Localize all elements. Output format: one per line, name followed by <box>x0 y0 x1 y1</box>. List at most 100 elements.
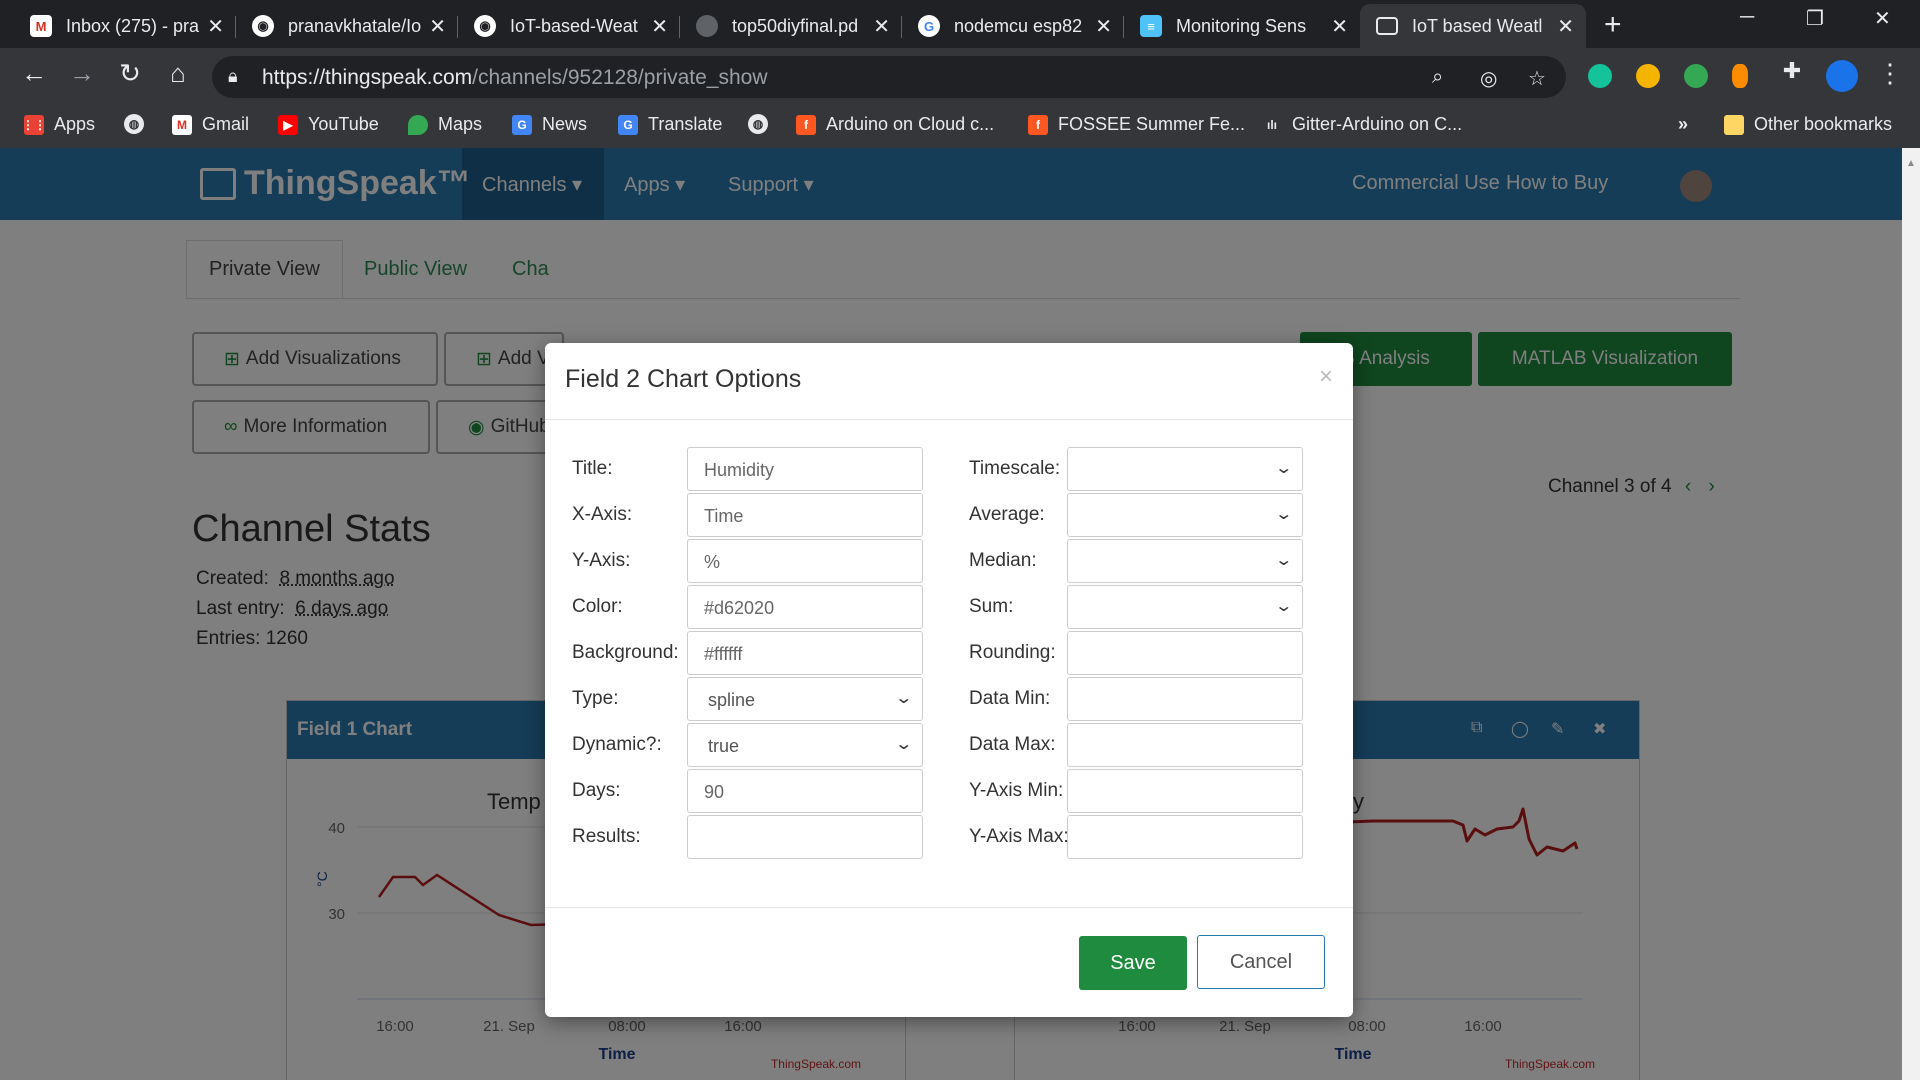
menu-kebab-icon[interactable]: ⋮ <box>1872 58 1908 89</box>
chevron-down-icon: ⌄ <box>1273 506 1293 523</box>
chevron-down-icon: ⌄ <box>1273 552 1293 569</box>
globe-icon: ◍ <box>748 114 768 134</box>
close-tab-icon[interactable]: ✕ <box>207 14 224 39</box>
home-icon[interactable]: ⌂ <box>160 58 196 89</box>
save-button[interactable]: Save <box>1079 936 1187 990</box>
bookmark-news[interactable]: G News <box>512 114 587 135</box>
new-tab-icon[interactable]: + <box>1604 8 1622 42</box>
browser-tab[interactable]: ≡ Monitoring Sens ✕ <box>1124 4 1360 48</box>
close-tab-icon[interactable]: ✕ <box>429 14 446 39</box>
lock-icon: 🔒︎ <box>228 66 238 86</box>
bookmark-star-icon[interactable]: ☆ <box>1528 66 1546 91</box>
close-tab-icon[interactable]: ✕ <box>1095 14 1112 39</box>
label-y-axis-max: Y-Axis Max: <box>969 826 1069 847</box>
browser-tab[interactable]: ◉ IoT-based-Weat ✕ <box>458 4 680 48</box>
browser-toolbar: ← → ↻ ⌂ 🔒︎ https://thingspeak.com/channe… <box>0 48 1920 106</box>
extension-icon[interactable] <box>1636 64 1660 88</box>
extensions-puzzle-icon[interactable]: ✚ <box>1774 58 1810 84</box>
github-icon: ◉ <box>474 15 496 37</box>
gmail-icon: M <box>30 15 52 37</box>
web-page: ThingSpeak™ Channels ▾ Apps ▾ Support ▾ … <box>0 148 1902 1080</box>
close-tab-icon[interactable]: ✕ <box>651 14 668 39</box>
youtube-icon: ▶ <box>278 114 298 135</box>
x-axis-input[interactable]: Time <box>687 493 923 537</box>
minimize-icon[interactable]: ─ <box>1740 6 1754 29</box>
modal-close-icon[interactable]: × <box>1319 363 1333 391</box>
tracking-eye-icon[interactable]: ◎ <box>1480 66 1497 91</box>
bookmark-fossee[interactable]: f FOSSEE Summer Fe... <box>1028 114 1245 135</box>
profile-avatar[interactable] <box>1826 60 1858 92</box>
browser-tab[interactable]: M Inbox (275) - pra ✕ <box>14 4 236 48</box>
title-input[interactable]: Humidity <box>687 447 923 491</box>
bookmark-youtube[interactable]: ▶ YouTube <box>278 114 379 135</box>
zoom-icon[interactable]: ⌕ <box>1432 66 1443 89</box>
browser-tab-active[interactable]: IoT based Weatl ✕ <box>1360 4 1586 48</box>
close-tab-icon[interactable]: ✕ <box>1557 14 1574 39</box>
url-text[interactable]: https://thingspeak.com/channels/952128/p… <box>262 66 768 90</box>
browser-tab[interactable]: top50diyfinal.pd ✕ <box>680 4 902 48</box>
back-icon[interactable]: ← <box>16 58 52 89</box>
dynamic-select-value: true <box>708 736 740 756</box>
median-select[interactable]: ⌄ <box>1067 539 1303 583</box>
google-icon: G <box>918 15 940 37</box>
address-bar[interactable]: 🔒︎ https://thingspeak.com/channels/95212… <box>212 56 1566 98</box>
github-icon: ◉ <box>252 15 274 37</box>
color-input[interactable]: #d62020 <box>687 585 923 629</box>
grammarly-icon[interactable] <box>1588 64 1612 88</box>
cancel-button[interactable]: Cancel <box>1197 935 1325 989</box>
label-sum: Sum: <box>969 596 1014 617</box>
scroll-up-icon[interactable]: ▲ <box>1906 158 1916 169</box>
tab-title: nodemcu esp82 <box>954 15 1083 36</box>
modal-title: Field 2 Chart Options <box>565 365 802 393</box>
timescale-select[interactable]: ⌄ <box>1067 447 1303 491</box>
y-axis-min-input[interactable] <box>1067 769 1303 813</box>
bookmark-globe[interactable]: ◍ <box>748 114 778 134</box>
other-bookmarks[interactable]: Other bookmarks <box>1724 114 1892 135</box>
label-timescale: Timescale: <box>969 458 1061 479</box>
data-max-input[interactable] <box>1067 723 1303 767</box>
label-dynamic: Dynamic?: <box>572 734 662 755</box>
window-close-icon[interactable]: ✕ <box>1874 6 1891 31</box>
chevron-down-icon: ⌄ <box>1273 460 1293 477</box>
label-x-axis: X-Axis: <box>572 504 633 525</box>
page-scrollbar[interactable]: ▲ <box>1902 148 1920 1080</box>
bookmark-arduino-cloud[interactable]: f Arduino on Cloud c... <box>796 114 994 135</box>
forward-icon[interactable]: → <box>64 58 100 89</box>
browser-tab[interactable]: ◉ pranavkhatale/Io ✕ <box>236 4 458 48</box>
days-input[interactable]: 90 <box>687 769 923 813</box>
close-tab-icon[interactable]: ✕ <box>1331 14 1348 39</box>
browser-tab-bar: M Inbox (275) - pra ✕ ◉ pranavkhatale/Io… <box>0 0 1920 48</box>
extension-icon[interactable] <box>1684 64 1708 88</box>
background-input[interactable]: #ffffff <box>687 631 923 675</box>
extension-icon[interactable] <box>1732 64 1748 88</box>
tab-title: IoT based Weatl <box>1412 15 1543 36</box>
close-tab-icon[interactable]: ✕ <box>873 14 890 39</box>
chevron-down-icon: ⌄ <box>1273 598 1293 615</box>
label-background: Background: <box>572 642 679 663</box>
y-axis-input[interactable]: % <box>687 539 923 583</box>
bookmark-maps[interactable]: Maps <box>408 114 482 135</box>
chart-options-modal: Field 2 Chart Options × Title: Humidity … <box>545 343 1353 1017</box>
rounding-input[interactable] <box>1067 631 1303 675</box>
tab-title: IoT-based-Weat <box>510 15 638 36</box>
bookmark-translate[interactable]: G Translate <box>618 114 722 135</box>
restore-icon[interactable]: ❐ <box>1806 6 1824 31</box>
average-select[interactable]: ⌄ <box>1067 493 1303 537</box>
browser-tab[interactable]: G nodemcu esp82 ✕ <box>902 4 1124 48</box>
bookmark-apps[interactable]: ⋮⋮ Apps <box>22 114 95 135</box>
type-select[interactable]: spline ⌄ <box>687 677 923 721</box>
label-title: Title: <box>572 458 613 479</box>
sum-select[interactable]: ⌄ <box>1067 585 1303 629</box>
bookmarks-overflow[interactable]: » <box>1678 114 1688 135</box>
data-min-input[interactable] <box>1067 677 1303 721</box>
results-input[interactable] <box>687 815 923 859</box>
bookmark-globe[interactable]: ◍ <box>124 114 154 134</box>
label-y-axis: Y-Axis: <box>572 550 631 571</box>
bookmark-gitter[interactable]: ılı Gitter-Arduino on C... <box>1262 114 1462 135</box>
y-axis-max-input[interactable] <box>1067 815 1303 859</box>
modal-footer-divider <box>545 907 1353 908</box>
bookmark-gmail[interactable]: M Gmail <box>172 114 249 135</box>
reload-icon[interactable]: ↻ <box>112 58 148 89</box>
dynamic-select[interactable]: true ⌄ <box>687 723 923 767</box>
tab-title: Monitoring Sens <box>1176 15 1307 36</box>
